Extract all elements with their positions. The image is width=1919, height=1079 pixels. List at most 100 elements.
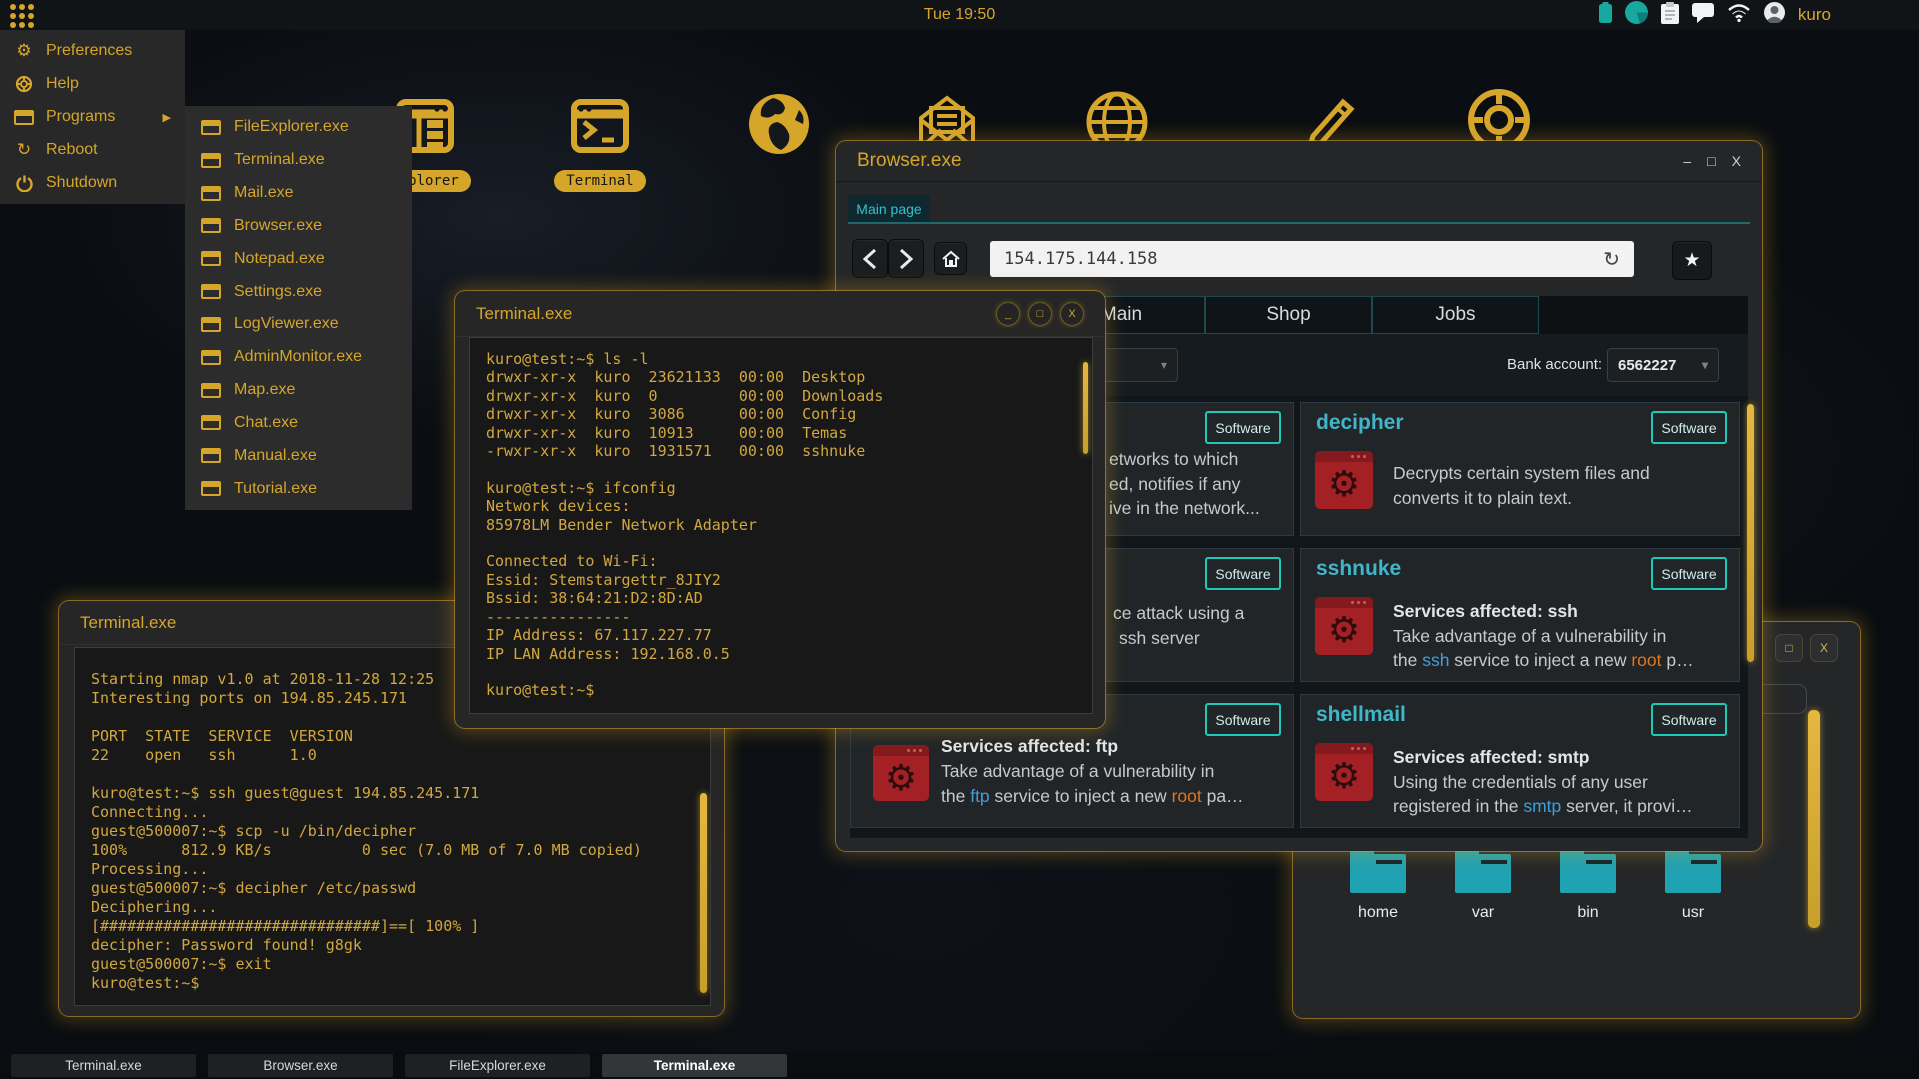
taskbar-item-terminal-1[interactable]: Terminal.exe — [11, 1054, 196, 1077]
bank-account-value: 6562227 — [1618, 356, 1677, 374]
submenu-arrow-icon: ▶ — [162, 111, 171, 124]
software-badge: Software — [1205, 411, 1281, 444]
folder-label: bin — [1577, 904, 1599, 921]
maximize-button[interactable]: □ — [1775, 634, 1803, 662]
chevron-down-icon: ▾ — [1160, 358, 1167, 372]
url-text: 154.175.144.158 — [1004, 249, 1158, 269]
window-icon — [201, 251, 221, 267]
maximize-button[interactable]: □ — [1707, 153, 1715, 169]
window-icon — [14, 109, 34, 125]
avatar[interactable] — [1763, 2, 1785, 28]
apps-grid-icon[interactable] — [10, 4, 34, 28]
minimize-button[interactable]: – — [1683, 153, 1691, 169]
explorer-scrollbar[interactable] — [1808, 710, 1820, 928]
back-button[interactable] — [852, 239, 888, 278]
window-icon — [201, 349, 221, 365]
taskbar-item-browser[interactable]: Browser.exe — [208, 1054, 393, 1077]
bank-account-dropdown[interactable]: 6562227 ▾ — [1607, 348, 1719, 382]
submenu-item-map[interactable]: Map.exe — [185, 374, 412, 407]
submenu-item-manual[interactable]: Manual.exe — [185, 439, 412, 472]
folder-icon — [1455, 847, 1511, 893]
taskbar-item-terminal-2[interactable]: Terminal.exe — [602, 1054, 787, 1077]
software-description: Decrypts certain system files and conver… — [1393, 463, 1650, 508]
submenu-item-tutorial[interactable]: Tutorial.exe — [185, 472, 412, 505]
taskbar: Terminal.exe Browser.exe FileExplorer.ex… — [0, 1052, 1919, 1079]
globe-map-icon — [743, 88, 815, 165]
gear-icon: ⚙ — [1327, 609, 1361, 651]
terminal-scrollbar[interactable] — [700, 793, 707, 993]
star-icon: ★ — [1683, 250, 1701, 271]
menu-item-help[interactable]: Help — [0, 67, 185, 100]
lifebuoy-icon — [14, 75, 34, 93]
software-card-decipher[interactable]: decipher Software ⚙ Decrypts certain sys… — [1300, 402, 1740, 536]
folder-usr[interactable]: usr — [1645, 847, 1741, 922]
tab-jobs[interactable]: Jobs — [1372, 296, 1539, 334]
software-app-icon: ⚙ — [1315, 743, 1373, 801]
software-app-icon: ⚙ — [1315, 597, 1373, 655]
bookmark-button[interactable]: ★ — [1672, 241, 1712, 280]
folder-icon — [1665, 847, 1721, 893]
home-button[interactable] — [934, 242, 967, 275]
menu-item-reboot[interactable]: ↻ Reboot — [0, 134, 185, 167]
desktop: Explorer Terminal □ X home var bin usr B… — [0, 0, 1919, 1079]
browser-scrollbar[interactable] — [1747, 404, 1754, 662]
minimize-button[interactable]: _ — [996, 301, 1020, 326]
reload-icon: ↻ — [16, 140, 32, 160]
software-description: etworks to which ed, notifies if any ive… — [1109, 449, 1260, 518]
submenu-item-settings[interactable]: Settings.exe — [185, 275, 412, 308]
menu-item-preferences[interactable]: ⚙ Preferences — [0, 34, 185, 67]
wifi-icon — [1727, 3, 1751, 27]
submenu-item-terminal[interactable]: Terminal.exe — [185, 144, 412, 177]
tab-shop[interactable]: Shop — [1205, 296, 1372, 334]
folder-label: usr — [1681, 904, 1705, 921]
folder-home[interactable]: home — [1330, 847, 1426, 922]
folder-label: var — [1471, 904, 1495, 921]
software-badge: Software — [1205, 703, 1281, 736]
username: kuro — [1797, 5, 1831, 24]
submenu-item-chat[interactable]: Chat.exe — [185, 406, 412, 439]
refresh-icon[interactable]: ↻ — [1603, 247, 1620, 271]
terminal-titlebar[interactable]: Terminal.exe _ □ X — [455, 291, 1105, 337]
window-title: Terminal.exe — [476, 303, 573, 323]
submenu-item-browser[interactable]: Browser.exe — [185, 209, 412, 242]
software-card-sshnuke[interactable]: sshnuke Software ⚙ Services affected: ss… — [1300, 548, 1740, 682]
submenu-item-adminmonitor[interactable]: AdminMonitor.exe — [185, 341, 412, 374]
desktop-icon-terminal[interactable]: Terminal — [540, 90, 660, 192]
browser-titlebar[interactable]: Browser.exe – □ X — [836, 141, 1762, 181]
close-button[interactable]: X — [1060, 301, 1084, 326]
close-button[interactable]: X — [1810, 634, 1838, 662]
software-card-shellmail[interactable]: shellmail Software ⚙ Services affected: … — [1300, 694, 1740, 828]
window-icon — [201, 316, 221, 332]
forward-button[interactable] — [888, 239, 924, 278]
gear-icon: ⚙ — [1327, 463, 1361, 505]
software-title: decipher — [1316, 411, 1404, 434]
folder-label: home — [1357, 904, 1399, 921]
gear-icon: ⚙ — [16, 40, 32, 60]
folder-icon — [1560, 847, 1616, 893]
folder-bin[interactable]: bin — [1540, 847, 1636, 922]
submenu-item-notepad[interactable]: Notepad.exe — [185, 242, 412, 275]
submenu-item-mail[interactable]: Mail.exe — [185, 177, 412, 210]
window-icon — [201, 448, 221, 464]
desktop-icon-map[interactable] — [719, 88, 839, 165]
system-menu: ⚙ Preferences Help Programs ▶ ↻ Reboot S… — [0, 30, 185, 204]
menu-item-programs[interactable]: Programs ▶ — [0, 100, 185, 133]
maximize-button[interactable]: □ — [1028, 301, 1052, 326]
folder-var[interactable]: var — [1435, 847, 1531, 922]
clipboard-icon — [1660, 1, 1679, 29]
window-icon — [201, 382, 221, 398]
software-description: Services affected: ftp Take advantage of… — [941, 736, 1244, 806]
close-button[interactable]: X — [1732, 153, 1741, 169]
submenu-item-logviewer[interactable]: LogViewer.exe — [185, 308, 412, 341]
software-app-icon: ⚙ — [873, 745, 929, 801]
window-icon — [201, 218, 221, 234]
taskbar-item-fileexplorer[interactable]: FileExplorer.exe — [405, 1054, 590, 1077]
browser-page-tab[interactable]: Main page — [848, 195, 930, 222]
menu-item-shutdown[interactable]: Shutdown — [0, 167, 185, 200]
submenu-item-fileexplorer[interactable]: FileExplorer.exe — [185, 111, 412, 144]
terminal-output-area[interactable]: kuro@test:~$ ls -l drwxr-xr-x kuro 23621… — [469, 337, 1093, 714]
terminal-scrollbar[interactable] — [1083, 362, 1088, 454]
url-bar[interactable]: 154.175.144.158 ↻ — [990, 241, 1634, 277]
software-title: sshnuke — [1316, 557, 1402, 580]
desktop-icon-label: Terminal — [554, 170, 646, 192]
